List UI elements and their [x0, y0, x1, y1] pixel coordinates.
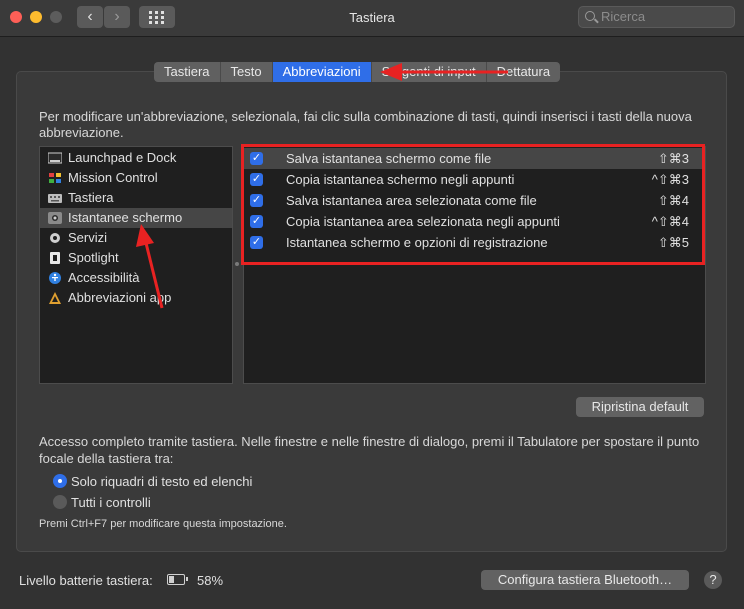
battery-percent: 58%: [197, 573, 224, 588]
launchpad-icon: [48, 152, 62, 164]
category-item-spotlight[interactable]: Spotlight: [40, 248, 232, 268]
annotation-highlight-box: [241, 144, 705, 265]
radio-label-text-and-lists: Solo riquadri di testo ed elenchi: [71, 474, 253, 489]
tab-bar: Tastiera Testo Abbreviazioni Sorgenti di…: [154, 62, 561, 82]
category-item-servizi[interactable]: Servizi: [40, 228, 232, 248]
app-shortcuts-icon: [49, 292, 61, 304]
shortcut-note: Premi Ctrl+F7 per modificare questa impo…: [39, 518, 287, 530]
keyboard-icon: [48, 194, 62, 203]
radio-label-all-controls: Tutti i controlli: [71, 495, 151, 510]
category-item-abbreviazioni-app[interactable]: Abbreviazioni app: [40, 288, 232, 308]
restore-default-button[interactable]: Ripristina default: [576, 397, 704, 417]
battery-icon: [167, 574, 188, 585]
mission-control-icon: [49, 173, 61, 183]
battery-label: Livello batterie tastiera:: [19, 573, 153, 588]
category-label: Servizi: [68, 230, 108, 245]
category-label: Launchpad e Dock: [68, 150, 177, 165]
tab-tastiera[interactable]: Tastiera: [154, 62, 221, 82]
category-item-tastiera[interactable]: Tastiera: [40, 188, 232, 208]
intro-text: Per modificare un'abbreviazione, selezio…: [39, 109, 692, 140]
gear-icon: [50, 233, 60, 243]
category-list[interactable]: Launchpad e Dock Mission Control Tastier…: [39, 146, 233, 384]
split-divider-handle[interactable]: [235, 262, 239, 266]
search-icon: [585, 11, 595, 21]
category-item-mission-control[interactable]: Mission Control: [40, 168, 232, 188]
screenshot-icon: [48, 212, 62, 224]
tab-sorgenti-di-input[interactable]: Sorgenti di input: [371, 62, 487, 82]
category-label: Spotlight: [68, 250, 119, 265]
category-label: Mission Control: [68, 170, 158, 185]
tab-dettatura[interactable]: Dettatura: [486, 62, 561, 82]
category-item-istantanee-schermo[interactable]: Istantanee schermo: [40, 208, 232, 228]
help-button[interactable]: ?: [704, 571, 722, 589]
search-field[interactable]: Ricerca: [578, 6, 735, 28]
spotlight-icon: [50, 252, 60, 264]
category-label: Accessibilità: [68, 270, 140, 285]
configure-bluetooth-keyboard-button[interactable]: Configura tastiera Bluetooth…: [481, 570, 689, 590]
category-item-accessibilita[interactable]: Accessibilità: [40, 268, 232, 288]
radio-text-and-lists[interactable]: [53, 474, 67, 488]
accessibility-icon: [49, 272, 61, 284]
tab-abbreviazioni[interactable]: Abbreviazioni: [272, 62, 372, 82]
tab-testo[interactable]: Testo: [220, 62, 273, 82]
title-bar: ‹ › Tastiera Ricerca: [0, 0, 744, 37]
radio-all-controls[interactable]: [53, 495, 67, 509]
search-placeholder: Ricerca: [601, 9, 646, 24]
category-item-launchpad[interactable]: Launchpad e Dock: [40, 148, 232, 168]
category-label: Tastiera: [68, 190, 114, 205]
category-label: Istantanee schermo: [68, 210, 183, 225]
category-label: Abbreviazioni app: [68, 290, 172, 305]
keyboard-access-description: Accesso completo tramite tastiera. Nelle…: [39, 434, 700, 466]
